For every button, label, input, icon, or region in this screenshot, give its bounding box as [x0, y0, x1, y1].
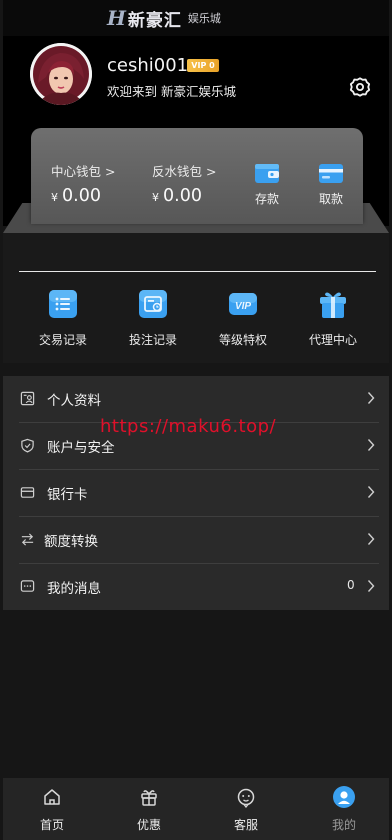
section-divider — [19, 271, 376, 272]
list-item-transfer[interactable]: 额度转换 — [3, 517, 389, 564]
quick-menu: 交易记录 投注记录 VIP 等级特权 代理中心 — [3, 233, 389, 363]
logo-name: 新豪汇 — [127, 10, 182, 31]
bank-card-icon — [20, 487, 35, 498]
quick-item-bet-history[interactable]: 投注记录 — [113, 289, 193, 348]
list-item-label: 账户与安全 — [47, 440, 115, 456]
profile-card-icon — [20, 391, 35, 406]
vip-privilege-icon: VIP — [229, 293, 257, 315]
withdraw-button[interactable]: 取款 — [311, 190, 351, 207]
list-item-label: 银行卡 — [47, 487, 88, 503]
watermark-url: https://maku6.top/ — [100, 416, 277, 437]
logo-mark: H — [107, 6, 126, 30]
chevron-right-icon — [367, 533, 375, 545]
brand-logo: H 新豪汇 娱乐城 — [107, 6, 221, 31]
tab-label: 我的 — [331, 818, 356, 832]
rebate-wallet-label[interactable]: 反水钱包 > — [152, 161, 216, 180]
tab-label: 客服 — [233, 818, 258, 832]
welcome-text: 欢迎来到 新豪汇娱乐城 — [107, 84, 236, 99]
agent-gift-icon — [320, 292, 346, 318]
quick-item-label: 等级特权 — [218, 333, 267, 347]
quick-item-agent-center[interactable]: 代理中心 — [293, 289, 373, 348]
home-icon — [44, 789, 60, 805]
svg-text:VIP: VIP — [235, 301, 251, 312]
transfer-arrows-icon — [21, 533, 34, 546]
rebate-wallet-amount: ¥0.00 — [152, 186, 202, 206]
list-item-label: 我的消息 — [47, 581, 101, 597]
rebate-wallet-value: 0.00 — [163, 186, 202, 206]
shield-icon — [21, 438, 34, 453]
bottom-tab-bar: 首页 优惠 客服 我的 — [3, 778, 389, 840]
username: ceshi001 — [107, 55, 189, 76]
tab-customer-service[interactable]: 客服 — [198, 778, 294, 840]
quick-item-label: 代理中心 — [308, 333, 357, 347]
chevron-right-icon — [367, 486, 375, 498]
tab-label: 优惠 — [136, 818, 161, 832]
wallet-card: 中心钱包 > ¥0.00 反水钱包 > ¥0.00 存款 取款 — [31, 128, 363, 224]
currency-symbol: ¥ — [152, 191, 159, 204]
transaction-list-icon — [49, 290, 77, 318]
tab-promotions[interactable]: 优惠 — [101, 778, 197, 840]
tab-home[interactable]: 首页 — [4, 778, 100, 840]
user-icon — [333, 786, 355, 808]
quick-item-transactions[interactable]: 交易记录 — [23, 289, 103, 348]
quick-item-vip-privilege[interactable]: VIP 等级特权 — [203, 289, 283, 348]
deposit-wallet-icon[interactable] — [254, 162, 280, 184]
unread-count: 0 — [347, 578, 355, 592]
list-item-label: 个人资料 — [47, 393, 101, 409]
deposit-button[interactable]: 存款 — [247, 190, 287, 207]
quick-item-label: 投注记录 — [128, 333, 177, 347]
list-item-bank-card[interactable]: 银行卡 — [3, 470, 389, 517]
logo-subtitle: 娱乐城 — [187, 12, 221, 25]
vip-level-badge: VIP 0 — [187, 59, 219, 72]
avatar[interactable] — [30, 43, 92, 105]
chevron-right-icon — [367, 439, 375, 451]
settings-gear-icon[interactable] — [349, 76, 371, 98]
top-header: H 新豪汇 娱乐城 — [3, 0, 389, 36]
center-wallet-label[interactable]: 中心钱包 > — [51, 161, 115, 180]
chevron-right-icon — [367, 580, 375, 592]
page: H 新豪汇 娱乐城 ceshi001 VIP 0 欢迎来到 新豪汇娱乐城 中心钱… — [3, 0, 389, 840]
list-item-label: 额度转换 — [44, 534, 98, 550]
withdraw-card-icon[interactable] — [318, 162, 344, 184]
settings-list: 个人资料 账户与安全 银行卡 额度转换 我的消息 0 — [3, 376, 389, 610]
center-wallet-value: 0.00 — [62, 186, 101, 206]
tab-my-account[interactable]: 我的 — [296, 778, 389, 840]
gift-icon — [141, 790, 157, 806]
tab-label: 首页 — [39, 818, 64, 832]
message-icon — [20, 580, 35, 592]
avatar-portrait-icon — [30, 43, 92, 105]
center-wallet-amount: ¥0.00 — [51, 186, 101, 206]
chevron-right-icon — [367, 392, 375, 404]
support-icon — [237, 788, 255, 809]
quick-item-label: 交易记录 — [38, 333, 87, 347]
list-item-messages[interactable]: 我的消息 0 — [3, 564, 389, 611]
currency-symbol: ¥ — [51, 191, 58, 204]
bet-history-icon — [139, 290, 167, 318]
